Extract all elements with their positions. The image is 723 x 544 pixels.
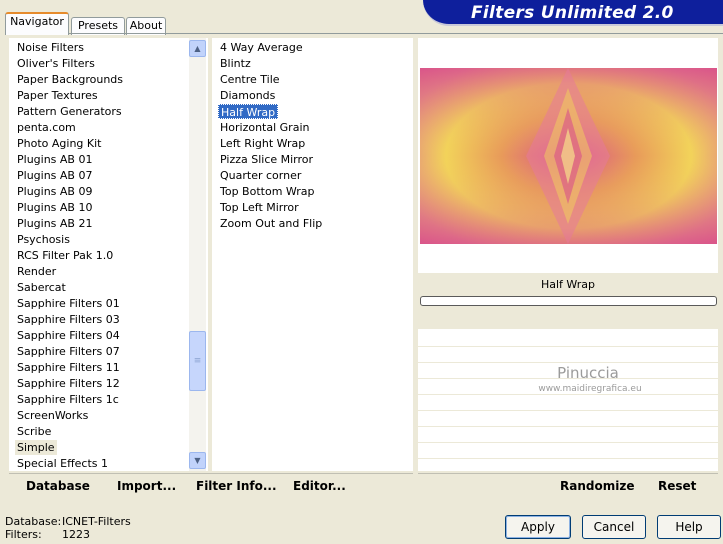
category-item[interactable]: Plugins AB 21: [15, 216, 94, 231]
status-area: Database:ICNET-Filters Filters: 1223: [5, 515, 131, 541]
category-item[interactable]: Sapphire Filters 1c: [15, 392, 121, 407]
category-item[interactable]: Scribe: [15, 424, 53, 439]
category-item[interactable]: Sapphire Filters 01: [15, 296, 122, 311]
left-toolbar: Database Import... Filter Info... Editor…: [9, 473, 413, 499]
filter-list[interactable]: 4 Way Average Blintz Centre Tile Diamonds Ha…: [212, 38, 413, 471]
database-button[interactable]: Database: [26, 479, 90, 493]
filter-item[interactable]: Quarter corner: [218, 168, 303, 183]
reset-button[interactable]: Reset: [658, 479, 696, 493]
filter-item[interactable]: Diamonds: [218, 88, 277, 103]
control-row: [418, 443, 718, 459]
filter-info-button[interactable]: Filter Info...: [196, 479, 277, 493]
scroll-up-icon[interactable]: ▲: [189, 40, 206, 57]
filter-item[interactable]: 4 Way Average: [218, 40, 305, 55]
category-item[interactable]: Pattern Generators: [15, 104, 124, 119]
filter-item[interactable]: Pizza Slice Mirror: [218, 152, 315, 167]
category-item[interactable]: Noise Filters: [15, 40, 86, 55]
preview-panel: Half Wrap Pinuccia www.maidiregrafica.eu: [418, 38, 718, 471]
right-toolbar: Randomize Reset: [418, 473, 718, 499]
watermark-url: www.maidiregrafica.eu: [538, 384, 642, 394]
category-item[interactable]: Sapphire Filters 11: [15, 360, 122, 375]
category-item[interactable]: Psychosis: [15, 232, 72, 247]
category-item[interactable]: Sabercat: [15, 280, 68, 295]
control-row: [418, 331, 718, 347]
editor-button[interactable]: Editor...: [293, 479, 346, 493]
filters-count: 1223: [62, 528, 90, 541]
category-item[interactable]: RCS Filter Pak 1.0: [15, 248, 115, 263]
category-list[interactable]: Noise Filters Oliver's Filters Paper Backg…: [9, 38, 208, 471]
progress-bar: [420, 296, 717, 306]
watermark-name: Pinuccia: [557, 364, 619, 382]
cancel-button[interactable]: Cancel: [582, 515, 646, 539]
randomize-button[interactable]: Randomize: [560, 479, 634, 493]
category-item[interactable]: Paper Backgrounds: [15, 72, 125, 87]
category-item[interactable]: Plugins AB 10: [15, 200, 94, 215]
category-item[interactable]: Simple: [15, 440, 57, 455]
import-button[interactable]: Import...: [117, 479, 176, 493]
category-item[interactable]: Sapphire Filters 12: [15, 376, 122, 391]
category-item[interactable]: Plugins AB 07: [15, 168, 94, 183]
category-item[interactable]: Plugins AB 09: [15, 184, 94, 199]
control-row: [418, 347, 718, 363]
category-item[interactable]: Render: [15, 264, 58, 279]
control-row: [418, 395, 718, 411]
filters-label: Filters:: [5, 528, 42, 541]
category-item[interactable]: Plugins AB 01: [15, 152, 94, 167]
category-item[interactable]: Special Effects 1: [15, 456, 110, 471]
filter-item[interactable]: Top Bottom Wrap: [218, 184, 317, 199]
category-item[interactable]: Sapphire Filters 04: [15, 328, 122, 343]
category-item[interactable]: ScreenWorks: [15, 408, 90, 423]
filter-item[interactable]: Top Left Mirror: [218, 200, 301, 215]
database-value: ICNET-Filters: [62, 515, 131, 528]
scroll-down-icon[interactable]: ▼: [189, 452, 206, 469]
filter-item[interactable]: Horizontal Grain: [218, 120, 311, 135]
category-item[interactable]: Paper Textures: [15, 88, 100, 103]
category-item[interactable]: Sapphire Filters 03: [15, 312, 122, 327]
help-button[interactable]: Help: [657, 515, 721, 539]
apply-button[interactable]: Apply: [505, 515, 571, 539]
control-row: [418, 427, 718, 443]
database-label: Database:: [5, 515, 62, 528]
preview-image: [420, 68, 717, 244]
category-item[interactable]: Photo Aging Kit: [15, 136, 103, 151]
category-item[interactable]: penta.com: [15, 120, 78, 135]
filter-item[interactable]: Half Wrap: [218, 104, 279, 119]
filter-item[interactable]: Zoom Out and Flip: [218, 216, 324, 231]
app-banner: Filters Unlimited 2.0: [423, 0, 723, 26]
control-row: [418, 411, 718, 427]
category-item[interactable]: Sapphire Filters 07: [15, 344, 122, 359]
filter-item[interactable]: Blintz: [218, 56, 253, 71]
tab-divider: [5, 33, 723, 34]
category-item[interactable]: Oliver's Filters: [15, 56, 97, 71]
filter-item[interactable]: Centre Tile: [218, 72, 282, 87]
category-scrollbar[interactable]: ▲ ≡ ▼: [189, 38, 206, 471]
tab-navigator[interactable]: Navigator: [5, 12, 69, 35]
app-title: Filters Unlimited 2.0: [471, 3, 674, 23]
preview-info: Half Wrap: [418, 273, 718, 329]
selected-filter-name: Half Wrap: [540, 278, 596, 291]
scroll-thumb[interactable]: ≡: [189, 331, 206, 391]
filter-item[interactable]: Left Right Wrap: [218, 136, 307, 151]
